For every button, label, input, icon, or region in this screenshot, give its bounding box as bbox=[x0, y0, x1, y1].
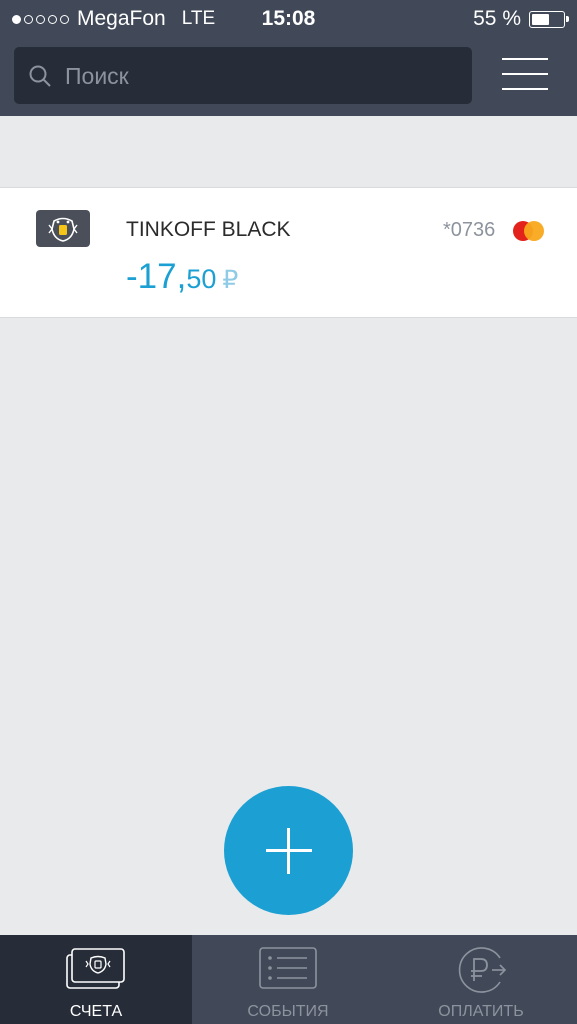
plus-icon-vertical bbox=[287, 828, 290, 874]
tab-events-label: СОБЫТИЯ bbox=[247, 1003, 329, 1020]
tinkoff-logo-icon bbox=[36, 210, 90, 247]
menu-line bbox=[502, 58, 548, 60]
balance-fraction: 50 bbox=[186, 264, 217, 294]
search-placeholder: Поиск bbox=[65, 63, 129, 89]
hamburger-menu-icon[interactable] bbox=[502, 58, 548, 92]
balance-currency: ₽ bbox=[222, 266, 239, 294]
search-icon bbox=[29, 65, 51, 87]
battery-status: 55 % bbox=[473, 7, 569, 31]
menu-line bbox=[502, 73, 548, 75]
account-balance: -17,50 ₽ bbox=[126, 257, 238, 297]
accounts-card-icon bbox=[66, 948, 125, 989]
tab-accounts[interactable]: СЧЕТА bbox=[0, 935, 192, 1024]
mastercard-yellow-circle bbox=[524, 221, 544, 241]
search-input[interactable]: Поиск bbox=[14, 47, 472, 104]
battery-fill bbox=[532, 13, 549, 25]
add-button[interactable] bbox=[224, 786, 353, 915]
tab-events[interactable]: СОБЫТИЯ bbox=[192, 935, 384, 1024]
account-name: TINKOFF BLACK bbox=[126, 218, 291, 241]
events-list-icon bbox=[259, 947, 317, 989]
mastercard-icon bbox=[513, 221, 545, 241]
tab-pay-label: ОПЛАТИТЬ bbox=[438, 1003, 524, 1020]
status-bar: MegaFon LTE 15:08 55 % bbox=[0, 0, 577, 36]
tab-pay[interactable]: ОПЛАТИТЬ bbox=[385, 935, 577, 1024]
tab-accounts-label: СЧЕТА bbox=[69, 1003, 123, 1020]
bottom-tab-bar: СЧЕТА СОБЫТИЯ ОПЛАТИТЬ bbox=[0, 935, 577, 1024]
battery-percent: 55 % bbox=[473, 7, 521, 30]
account-row[interactable]: TINKOFF BLACK *0736 -17,50 ₽ bbox=[0, 187, 577, 318]
card-number: *0736 bbox=[443, 219, 496, 241]
tinkoff-emblem-icon bbox=[48, 217, 78, 242]
battery-icon bbox=[529, 10, 569, 28]
balance-integer: -17, bbox=[126, 257, 187, 296]
menu-line bbox=[502, 88, 548, 90]
top-navbar: Поиск bbox=[0, 36, 577, 116]
pay-ruble-icon bbox=[458, 947, 507, 993]
battery-tip bbox=[566, 15, 569, 22]
